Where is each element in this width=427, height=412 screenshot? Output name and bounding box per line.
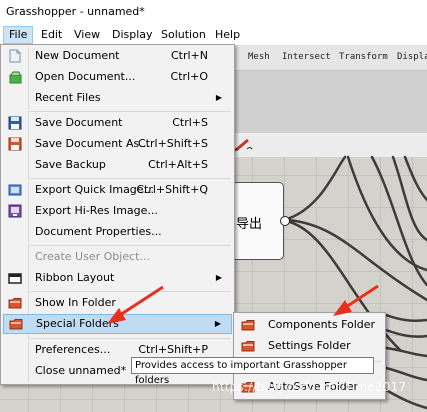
annotation-arrow-icon <box>107 285 164 324</box>
watermark: https://blog.csdn.net/Time2017 <box>212 380 407 394</box>
annotation-arrow-icon <box>333 284 379 316</box>
annotation-arrows <box>107 284 379 324</box>
